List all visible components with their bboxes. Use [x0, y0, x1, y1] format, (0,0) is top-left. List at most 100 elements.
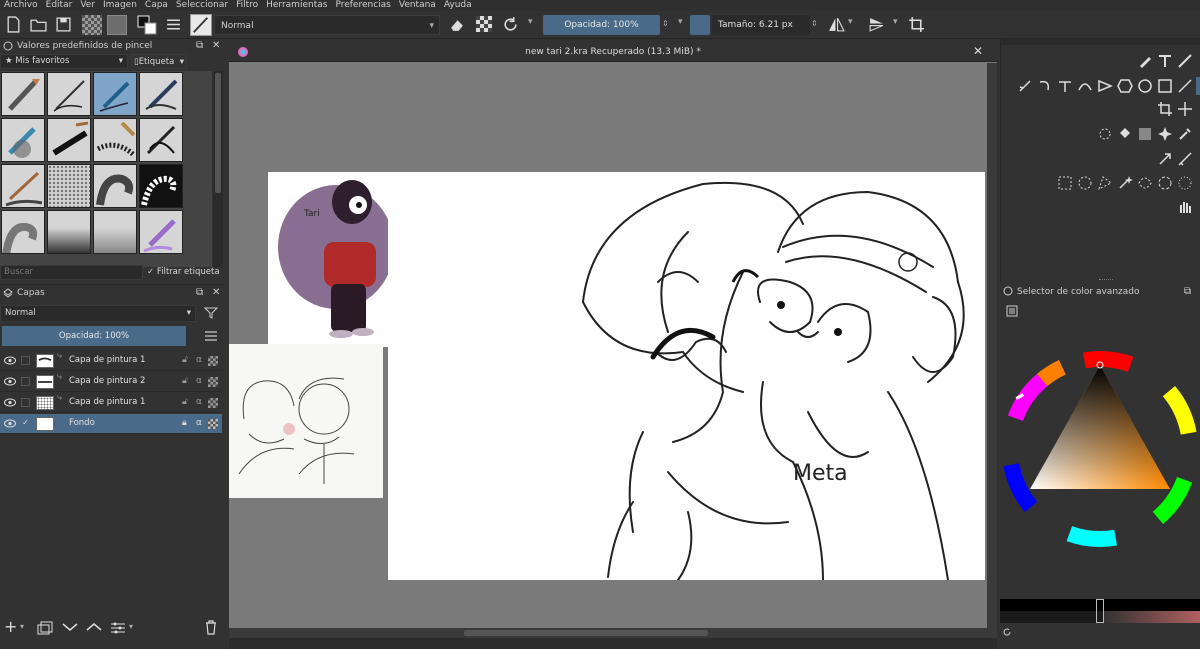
layer-row[interactable]: ⤷ Capa de pintura 1 🔓︎ α: [0, 351, 222, 371]
menu-editar[interactable]: Editar: [42, 0, 77, 11]
rect-select-icon[interactable]: [1057, 175, 1073, 191]
bezier-select-icon[interactable]: [1157, 175, 1173, 191]
refresh-icon[interactable]: [1002, 627, 1012, 637]
chevron-down-icon[interactable]: ▾: [848, 17, 853, 27]
filter-icon[interactable]: [204, 306, 218, 320]
alpha-icon[interactable]: α: [196, 397, 202, 407]
menu-ayuda[interactable]: Ayuda: [440, 0, 476, 11]
float-docker-icon[interactable]: ⧉: [196, 286, 203, 300]
bezier-tool-icon[interactable]: [1077, 78, 1093, 94]
line-tool-icon[interactable]: [1177, 78, 1193, 94]
fill-pattern-icon[interactable]: [107, 15, 127, 35]
layer-opacity-slider[interactable]: Opacidad: 100%: [2, 326, 186, 346]
crop-icon[interactable]: [908, 16, 925, 33]
layer-checkbox[interactable]: ✓: [21, 419, 30, 428]
freehand-path-icon[interactable]: [1097, 78, 1113, 94]
horizontal-scrollbar[interactable]: [229, 628, 997, 638]
magic-wand-icon[interactable]: [1117, 175, 1133, 191]
inherit-alpha-icon[interactable]: [208, 419, 218, 429]
menu-archivo[interactable]: Archivo: [0, 0, 42, 11]
eye-icon[interactable]: [4, 376, 16, 387]
brush-preset[interactable]: [139, 118, 183, 162]
new-document-icon[interactable]: [5, 16, 22, 33]
menu-capa[interactable]: Capa: [141, 0, 172, 11]
menu-herramientas[interactable]: Herramientas: [262, 0, 331, 11]
opacity-slider[interactable]: Opacidad: 100%: [543, 15, 660, 35]
lock-icon[interactable]: 🔓︎: [182, 397, 188, 407]
spin-arrows-icon[interactable]: ⇕: [662, 19, 669, 28]
freehand-select-icon[interactable]: [1177, 175, 1193, 191]
smart-patch-icon[interactable]: [1057, 78, 1073, 94]
ellipse-select-icon[interactable]: [1077, 175, 1093, 191]
chevron-down-icon[interactable]: ▾: [129, 622, 133, 631]
brush-preset[interactable]: [93, 164, 137, 208]
move-tool-icon[interactable]: [1177, 101, 1193, 117]
brush-search-input[interactable]: Buscar: [0, 265, 143, 280]
rectangle-tool-icon[interactable]: [1157, 78, 1173, 94]
menu-icon[interactable]: [205, 331, 217, 341]
fg-bg-color-icon[interactable]: [137, 15, 157, 35]
trash-icon[interactable]: [205, 620, 217, 635]
layer-row[interactable]: ⤷ Capa de pintura 2 🔓︎ α: [0, 372, 222, 392]
alpha-lock-icon[interactable]: [476, 16, 492, 32]
brush-preset[interactable]: [139, 210, 183, 254]
eraser-icon[interactable]: [448, 16, 465, 33]
brush-preset-selected[interactable]: [93, 72, 137, 116]
ellipse-tool-icon[interactable]: [1137, 78, 1153, 94]
lock-icon[interactable]: 🔓︎: [182, 355, 188, 365]
lock-icon[interactable]: 🔒︎: [182, 418, 187, 428]
layer-row[interactable]: ⤷ Capa de pintura 1 🔓︎ α: [0, 393, 222, 413]
save-icon[interactable]: [55, 16, 72, 33]
size-swatch[interactable]: [690, 15, 710, 35]
menu-seleccionar[interactable]: Seleccionar: [172, 0, 232, 11]
brush-preset[interactable]: [1, 118, 45, 162]
lock-icon[interactable]: 🔓︎: [182, 376, 188, 386]
float-docker-icon[interactable]: ⧉: [1184, 285, 1191, 299]
color-history-bar[interactable]: [1000, 599, 1200, 623]
blend-mode-select[interactable]: Normal ▾: [214, 15, 440, 35]
mirror-vertical-icon[interactable]: [868, 16, 885, 33]
brush-preset[interactable]: [1, 210, 45, 254]
pan-hand-icon[interactable]: [1177, 199, 1193, 215]
duplicate-layer-icon[interactable]: [37, 621, 53, 635]
brush-preset[interactable]: [93, 118, 137, 162]
brush-preset[interactable]: [47, 118, 91, 162]
menu-imagen[interactable]: Imagen: [99, 0, 141, 11]
chevron-down-icon[interactable]: ▾: [528, 17, 533, 27]
layer-row-selected[interactable]: ✓ Fondo 🔒︎ α: [0, 414, 222, 434]
color-picker-icon[interactable]: [1177, 126, 1193, 142]
reference-image-2[interactable]: [229, 344, 383, 498]
crop-tool-icon[interactable]: [1157, 101, 1173, 117]
measure-tool-icon[interactable]: [1177, 151, 1193, 167]
layer-options-icon[interactable]: [165, 16, 182, 33]
document-canvas[interactable]: Meta: [388, 172, 985, 580]
close-docker-icon[interactable]: ✕: [212, 286, 220, 300]
tag-button[interactable]: ▯Etiqueta ▾: [131, 54, 187, 69]
alpha-icon[interactable]: α: [196, 376, 202, 386]
brush-preset[interactable]: [1, 164, 45, 208]
brush-preset-icon[interactable]: [190, 14, 212, 36]
menu-ver[interactable]: Ver: [76, 0, 99, 11]
move-up-icon[interactable]: [86, 622, 102, 632]
brush-preset[interactable]: [47, 72, 91, 116]
alpha-icon[interactable]: α: [196, 355, 202, 365]
polygon-select-icon[interactable]: [1097, 175, 1113, 191]
similar-select-icon[interactable]: [1137, 175, 1153, 191]
move-down-icon[interactable]: [62, 622, 78, 632]
edit-shapes-icon[interactable]: [1177, 53, 1193, 69]
vertical-scrollbar[interactable]: [987, 63, 997, 628]
smart-fill-icon[interactable]: [1157, 126, 1173, 142]
calligraphy-icon[interactable]: [1137, 53, 1153, 69]
layer-properties-icon[interactable]: [110, 621, 126, 635]
chevron-down-icon[interactable]: ▾: [20, 622, 24, 631]
size-slider[interactable]: Tamaño: 6.21 px: [712, 15, 810, 35]
menu-ventana[interactable]: Ventana: [395, 0, 440, 11]
close-document-icon[interactable]: ✕: [973, 44, 983, 58]
add-layer-icon[interactable]: +: [4, 619, 17, 635]
menu-filtro[interactable]: Filtro: [232, 0, 262, 11]
polygon-tool-icon[interactable]: [1117, 78, 1133, 94]
brush-preset[interactable]: [139, 72, 183, 116]
brush-preset[interactable]: [1, 72, 45, 116]
float-docker-icon[interactable]: ⧉: [196, 39, 203, 53]
brush-preset[interactable]: [139, 164, 183, 208]
